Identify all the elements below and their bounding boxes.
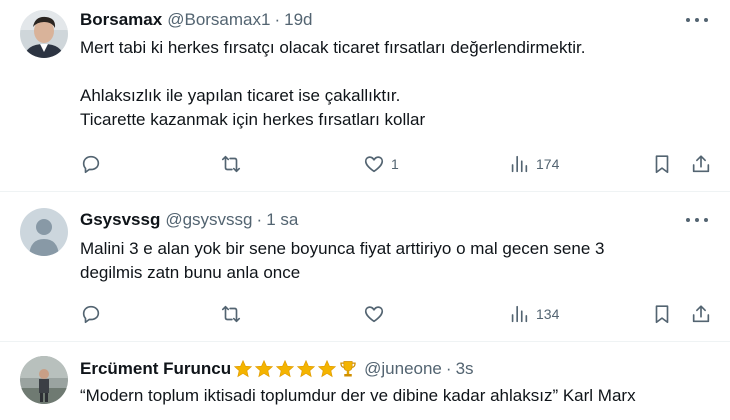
bookmark-icon: [655, 305, 669, 324]
reply-icon: [82, 305, 100, 324]
author-name[interactable]: Ercüment Furuncu: [80, 359, 231, 379]
tweet-text: Malini 3 e alan yok bir sene boyunca fiy…: [80, 237, 710, 285]
default-profile-icon: [20, 208, 68, 256]
tweet-actions: 1 174: [80, 152, 710, 176]
tweet-text-line: Ticarette kazanmak için herkes fırsatlar…: [80, 110, 426, 129]
name-emoji-badges: [233, 359, 359, 379]
tweet-actions: 134: [80, 302, 710, 326]
tweet[interactable]: Gsysvssg @gsysvssg · 1 sa Malini 3 e ala…: [0, 192, 730, 340]
avatar[interactable]: [20, 10, 68, 58]
tweet-text-line: Malini 3 e alan yok bir sene boyunca fiy…: [80, 239, 605, 258]
author-handle[interactable]: @juneone: [364, 359, 442, 379]
like-button[interactable]: 1: [363, 152, 399, 176]
avatar-photo: [20, 356, 68, 404]
more-options-icon[interactable]: [686, 217, 708, 223]
view-count: 174: [536, 156, 560, 172]
tweet-text-line: Ahlaksızlık ile yapılan ticaret ise çaka…: [80, 86, 401, 105]
timestamp[interactable]: 19d: [284, 10, 312, 30]
analytics-icon: [511, 305, 528, 323]
reply-button[interactable]: [80, 302, 102, 326]
star-icon: [296, 359, 316, 378]
analytics-icon: [511, 155, 528, 173]
tweet-text-line: degilmis zatn bunu anla once: [80, 263, 301, 282]
tweet[interactable]: Ercüment Furuncu @juneone · 3s “Modern t…: [0, 342, 730, 420]
separator-dot: ·: [256, 210, 263, 229]
tweet-text: “Modern toplum iktisadi toplumdur der ve…: [80, 384, 710, 408]
tweet-text: Mert tabi ki herkes fırsatçı olacak tica…: [80, 36, 710, 132]
share-button[interactable]: [690, 302, 712, 326]
author-name[interactable]: Borsamax: [80, 10, 162, 30]
reply-button[interactable]: [80, 152, 102, 176]
share-button[interactable]: [690, 152, 712, 176]
star-icon: [275, 359, 295, 378]
more-options-icon[interactable]: [686, 17, 708, 23]
author-name[interactable]: Gsysvssg: [80, 210, 160, 230]
tweet-header: Ercüment Furuncu @juneone · 3s: [80, 359, 474, 379]
star-icon: [317, 359, 337, 378]
tweet-text-line: Mert tabi ki herkes fırsatçı olacak tica…: [80, 38, 586, 57]
avatar[interactable]: [20, 208, 68, 256]
timestamp[interactable]: 1 sa: [266, 210, 298, 230]
views-button[interactable]: 134: [508, 302, 559, 326]
bookmark-button[interactable]: [651, 302, 673, 326]
trophy-icon: [340, 361, 356, 377]
author-handle[interactable]: @gsysvssg: [165, 210, 252, 230]
repost-icon: [221, 155, 241, 173]
tweet-header: Gsysvssg @gsysvssg · 1 sa: [80, 210, 298, 230]
like-count: 1: [391, 156, 399, 172]
heart-icon: [364, 306, 384, 323]
tweet-text-line: “Modern toplum iktisadi toplumdur der ve…: [80, 386, 636, 405]
bookmark-icon: [655, 155, 669, 174]
repost-button[interactable]: [220, 152, 242, 176]
avatar-photo: [20, 10, 68, 58]
star-icon: [254, 359, 274, 378]
tweet-header: Borsamax @Borsamax1 · 19d: [80, 10, 313, 30]
bookmark-button[interactable]: [651, 152, 673, 176]
avatar[interactable]: [20, 356, 68, 404]
like-button[interactable]: [363, 302, 385, 326]
heart-icon: [364, 156, 384, 173]
repost-icon: [221, 305, 241, 323]
timestamp[interactable]: 3s: [456, 359, 474, 379]
author-handle[interactable]: @Borsamax1: [167, 10, 270, 30]
reply-icon: [82, 155, 100, 174]
repost-button[interactable]: [220, 302, 242, 326]
view-count: 134: [536, 306, 560, 322]
views-button[interactable]: 174: [508, 152, 559, 176]
separator-dot: ·: [445, 359, 452, 378]
star-icon: [233, 359, 253, 378]
tweet[interactable]: Borsamax @Borsamax1 · 19d Mert tabi ki h…: [0, 0, 730, 190]
share-icon: [692, 305, 710, 323]
separator-dot: ·: [274, 10, 281, 29]
share-icon: [692, 155, 710, 173]
